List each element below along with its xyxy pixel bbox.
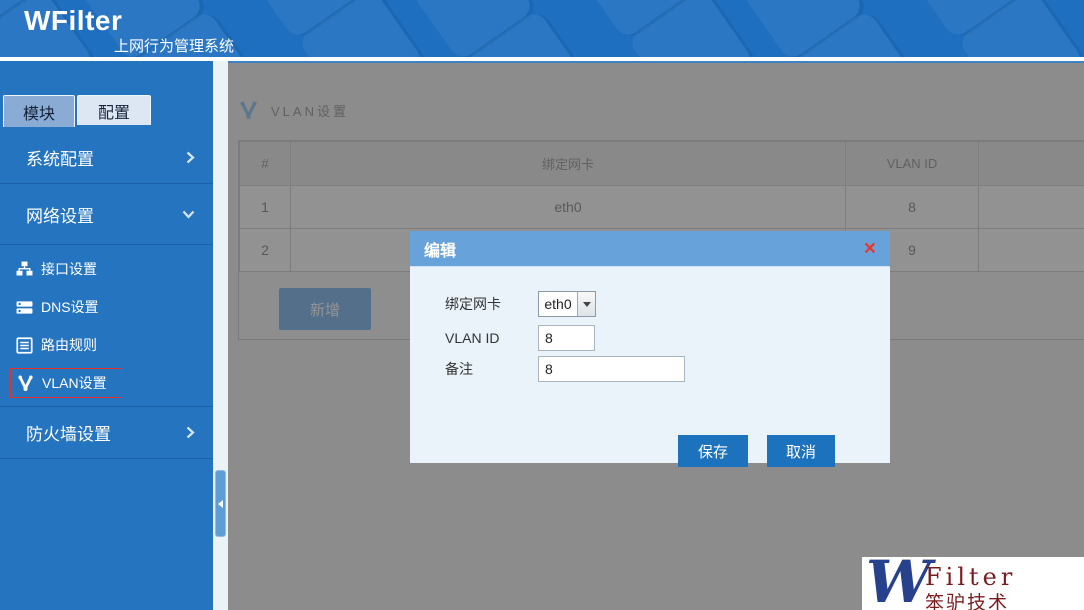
close-icon[interactable]: × — [864, 238, 876, 259]
content-top-accent — [228, 61, 1084, 63]
sidebar-item-firewall-settings[interactable]: 防火墙设置 — [0, 406, 213, 459]
tab-config[interactable]: 配置 — [77, 95, 151, 125]
vlan-highlight-box: VLAN设置 — [10, 368, 122, 398]
sidebar-item-label: DNS设置 — [41, 297, 99, 317]
footer-brand: W Filter 笨驴技术 — [862, 557, 1084, 610]
nic-select[interactable]: eth0 — [538, 291, 596, 317]
server-icon — [16, 299, 33, 316]
tab-config-label: 配置 — [98, 99, 130, 123]
brand-w-glyph: W — [866, 557, 931, 610]
sidebar-item-system-config[interactable]: 系统配置 — [0, 131, 213, 184]
edit-modal-body: 绑定网卡 eth0 VLAN ID 备注 保存 取消 — [410, 267, 890, 463]
sidebar-tabs: 模块 配置 — [0, 95, 213, 127]
collapse-arrow-icon — [218, 500, 223, 508]
select-arrow-icon — [577, 292, 595, 316]
nic-select-value: eth0 — [539, 292, 577, 316]
save-button[interactable]: 保存 — [678, 435, 748, 467]
nic-label: 绑定网卡 — [445, 291, 501, 317]
sitemap-icon — [16, 261, 33, 278]
sidebar-item-network-settings[interactable]: 网络设置 — [0, 184, 213, 245]
sidebar-menu: 系统配置 网络设置 接口设置 — [0, 131, 213, 459]
list-icon — [16, 337, 33, 354]
sidebar-item-interface-settings[interactable]: 接口设置 — [0, 250, 213, 288]
app-logo: WFilter — [24, 5, 122, 37]
sidebar-item-label: 防火墙设置 — [26, 420, 111, 445]
sidebar-item-label: 路由规则 — [41, 335, 97, 355]
chevron-right-icon — [186, 426, 195, 439]
tab-modules[interactable]: 模块 — [3, 95, 75, 127]
modal-title: 编辑 — [424, 237, 456, 261]
app-header: WFilter 上网行为管理系统 — [0, 0, 1084, 59]
sidebar-item-vlan-settings[interactable]: VLAN设置 — [0, 364, 213, 402]
edit-modal-header: 编辑 × — [410, 231, 890, 267]
sidebar-item-dns-settings[interactable]: DNS设置 — [0, 288, 213, 326]
edit-modal: 编辑 × 绑定网卡 eth0 VLAN ID 备注 保存 取消 — [410, 231, 890, 463]
sidebar-item-label: VLAN设置 — [42, 373, 107, 393]
chevron-right-icon — [186, 151, 195, 164]
sidebar-collapse-handle[interactable] — [215, 470, 226, 537]
network-submenu: 接口设置 DNS设置 — [0, 245, 213, 406]
sidebar-item-routing-rules[interactable]: 路由规则 — [0, 326, 213, 364]
sidebar-item-label: 网络设置 — [26, 202, 94, 227]
sidebar-item-label: 系统配置 — [26, 145, 94, 170]
vlan-id-label: VLAN ID — [445, 325, 499, 351]
sidebar: 模块 配置 系统配置 网络设置 — [0, 61, 213, 610]
remark-label: 备注 — [445, 356, 473, 382]
vlan-id-field[interactable] — [538, 325, 595, 351]
vlan-icon — [17, 375, 34, 392]
tab-modules-label: 模块 — [23, 100, 55, 124]
cancel-button[interactable]: 取消 — [767, 435, 835, 467]
sidebar-item-label: 接口设置 — [41, 259, 97, 279]
chevron-down-icon — [182, 210, 195, 219]
brand-company: 笨驴技术 — [925, 588, 1009, 610]
app-subtitle: 上网行为管理系统 — [114, 35, 234, 56]
brand-name: Filter — [925, 563, 1016, 591]
remark-field[interactable] — [538, 356, 685, 382]
